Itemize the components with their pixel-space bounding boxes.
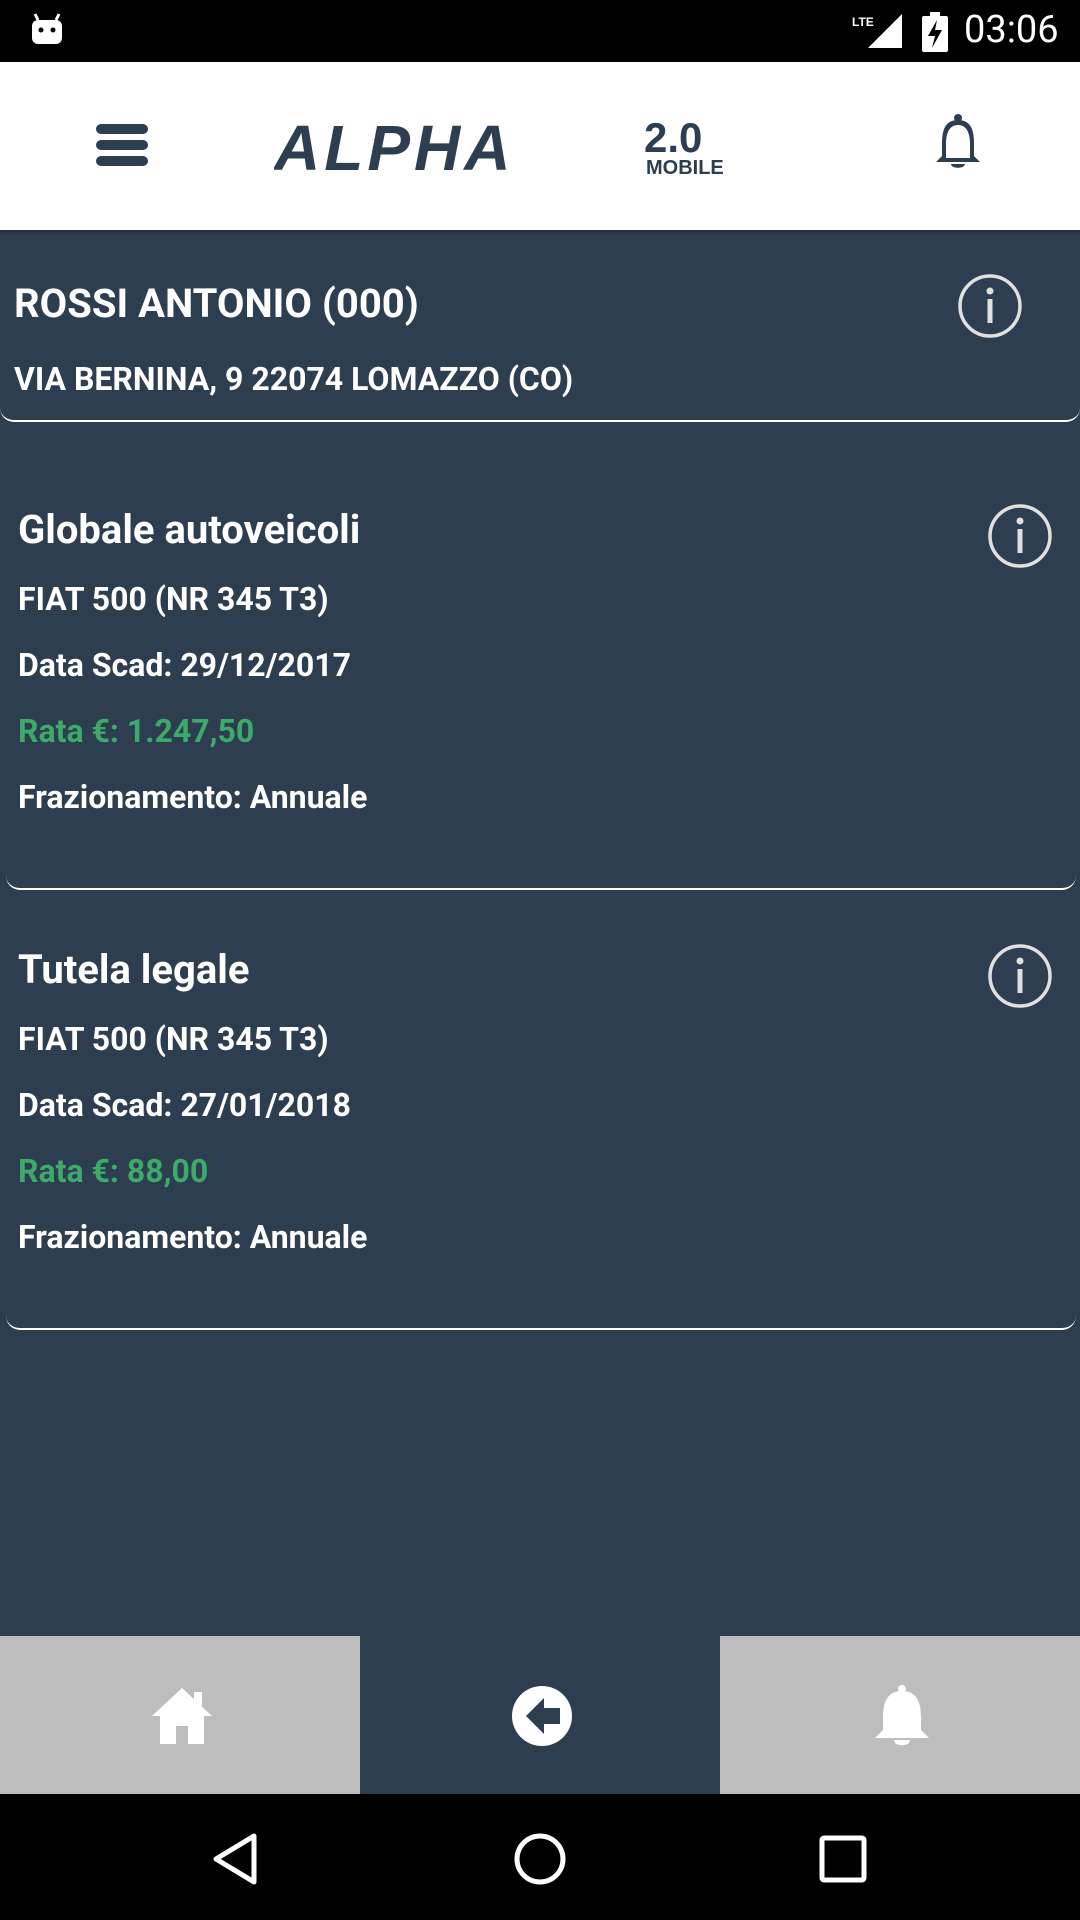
- policy-card[interactable]: Globale autoveicoli FIAT 500 (NR 345 T3)…: [6, 470, 1076, 890]
- policy-info-icon[interactable]: [986, 502, 1054, 570]
- policy-info-icon[interactable]: [986, 942, 1054, 1010]
- policy-vehicle: FIAT 500 (NR 345 T3): [18, 580, 329, 618]
- nav-home-button[interactable]: [0, 1636, 360, 1794]
- policy-expiry: Data Scad: 29/12/2017: [18, 646, 351, 684]
- nav-notifications-button[interactable]: [720, 1636, 1080, 1794]
- app-header: ALPHA 2.0 MOBILE: [0, 62, 1080, 230]
- back-triangle-icon[interactable]: [210, 1832, 264, 1886]
- policy-rate: Rata €: 1.247,50: [18, 712, 255, 750]
- policy-frequency: Frazionamento: Annuale: [18, 1218, 368, 1256]
- recents-square-icon[interactable]: [816, 1832, 870, 1886]
- system-navigation-bar: [0, 1794, 1080, 1920]
- policy-title: Globale autoveicoli: [18, 506, 361, 553]
- app-logo: ALPHA 2.0 MOBILE: [274, 112, 724, 182]
- lte-signal-icon: LTE: [852, 14, 902, 48]
- status-time: 03:06: [964, 8, 1059, 52]
- policy-title: Tutela legale: [18, 946, 250, 993]
- policy-expiry: Data Scad: 27/01/2018: [18, 1086, 351, 1124]
- svg-text:MOBILE: MOBILE: [646, 157, 724, 179]
- nav-back-button[interactable]: [360, 1636, 720, 1794]
- home-circle-icon[interactable]: [513, 1832, 567, 1886]
- svg-text:LTE: LTE: [852, 15, 874, 29]
- customer-name: ROSSI ANTONIO (000): [14, 280, 419, 327]
- bottom-navigation: [0, 1636, 1080, 1794]
- policy-vehicle: FIAT 500 (NR 345 T3): [18, 1020, 329, 1058]
- customer-info-icon[interactable]: [956, 272, 1024, 340]
- notification-bell-icon[interactable]: [932, 112, 984, 172]
- policy-card[interactable]: Tutela legale FIAT 500 (NR 345 T3) Data …: [6, 910, 1076, 1330]
- policy-frequency: Frazionamento: Annuale: [18, 778, 368, 816]
- menu-icon[interactable]: [92, 114, 156, 178]
- policy-rate: Rata €: 88,00: [18, 1152, 209, 1190]
- svg-text:2.0: 2.0: [644, 114, 702, 161]
- android-notification-icon: [32, 13, 62, 44]
- back-arrow-icon: [512, 1686, 572, 1746]
- status-bar: LTE 03:06: [0, 0, 1080, 62]
- svg-text:ALPHA: ALPHA: [274, 112, 514, 182]
- bell-icon: [875, 1685, 929, 1746]
- home-icon: [152, 1688, 212, 1744]
- customer-card: ROSSI ANTONIO (000) VIA BERNINA, 9 22074…: [0, 230, 1080, 422]
- customer-address: VIA BERNINA, 9 22074 LOMAZZO (CO): [14, 360, 574, 398]
- battery-charging-icon: [922, 12, 948, 52]
